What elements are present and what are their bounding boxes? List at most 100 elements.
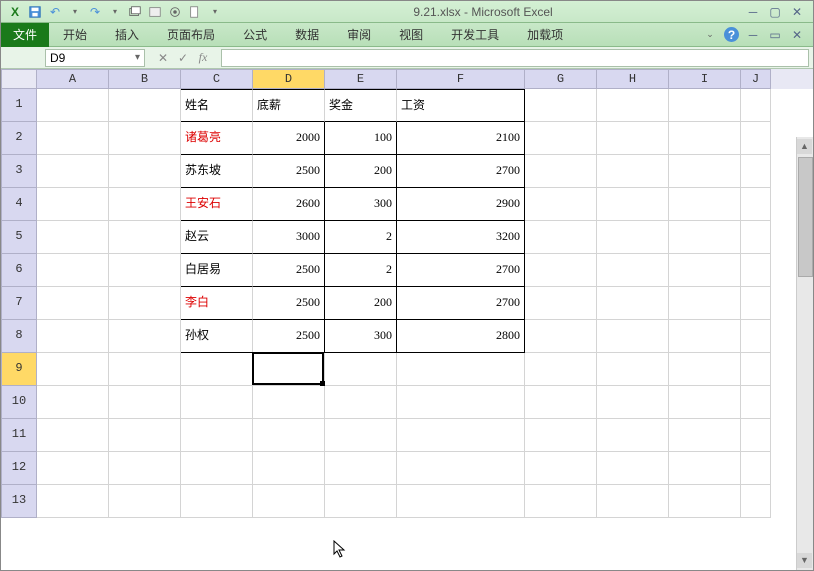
cell[interactable] <box>109 452 181 485</box>
cell[interactable] <box>109 188 181 221</box>
cell[interactable] <box>109 287 181 320</box>
cell[interactable]: 2900 <box>397 188 525 221</box>
cell[interactable]: 2000 <box>253 122 325 155</box>
col-header-A[interactable]: A <box>37 69 109 89</box>
row-header-9[interactable]: 9 <box>1 353 37 386</box>
row-header-5[interactable]: 5 <box>1 221 37 254</box>
cell[interactable] <box>37 485 109 518</box>
cell[interactable]: 2700 <box>397 254 525 287</box>
cell[interactable] <box>525 353 597 386</box>
cell[interactable] <box>741 188 771 221</box>
cell[interactable] <box>37 419 109 452</box>
cell[interactable] <box>669 155 741 188</box>
cell[interactable] <box>109 353 181 386</box>
cell[interactable] <box>597 419 669 452</box>
cell[interactable] <box>741 254 771 287</box>
cell[interactable]: 姓名 <box>181 89 253 122</box>
cell[interactable] <box>597 188 669 221</box>
cell[interactable] <box>253 452 325 485</box>
cell[interactable] <box>109 386 181 419</box>
cell[interactable] <box>109 221 181 254</box>
cell[interactable]: 白居易 <box>181 254 253 287</box>
tab-view[interactable]: 视图 <box>385 23 437 47</box>
cell[interactable] <box>37 122 109 155</box>
qat-icon-1[interactable] <box>127 4 143 20</box>
accept-formula-icon[interactable]: ✓ <box>175 50 191 66</box>
cell[interactable] <box>109 254 181 287</box>
cell[interactable] <box>37 254 109 287</box>
doc-minimize-icon[interactable]: ─ <box>745 27 761 43</box>
cell[interactable] <box>669 386 741 419</box>
cell[interactable] <box>525 320 597 353</box>
cell[interactable] <box>397 452 525 485</box>
col-header-B[interactable]: B <box>109 69 181 89</box>
cell[interactable]: 王安石 <box>181 188 253 221</box>
scroll-thumb[interactable] <box>798 157 813 277</box>
cell[interactable]: 2500 <box>253 254 325 287</box>
cell[interactable] <box>525 221 597 254</box>
cell[interactable] <box>325 353 397 386</box>
cell[interactable] <box>37 188 109 221</box>
row-header-10[interactable]: 10 <box>1 386 37 419</box>
cell[interactable] <box>669 320 741 353</box>
qat-customize-icon[interactable]: ▾ <box>207 4 223 20</box>
cell[interactable] <box>669 287 741 320</box>
col-header-J[interactable]: J <box>741 69 771 89</box>
cell[interactable]: 2 <box>325 254 397 287</box>
cell[interactable] <box>669 254 741 287</box>
cell[interactable] <box>325 419 397 452</box>
cell[interactable] <box>597 122 669 155</box>
col-header-H[interactable]: H <box>597 69 669 89</box>
cell[interactable]: 2500 <box>253 287 325 320</box>
col-header-I[interactable]: I <box>669 69 741 89</box>
cell[interactable] <box>741 287 771 320</box>
cell[interactable]: 100 <box>325 122 397 155</box>
cell[interactable]: 苏东坡 <box>181 155 253 188</box>
cell[interactable] <box>741 353 771 386</box>
cell[interactable] <box>741 320 771 353</box>
qat-icon-4[interactable] <box>187 4 203 20</box>
cell[interactable] <box>525 89 597 122</box>
cell[interactable]: 2500 <box>253 155 325 188</box>
cell[interactable] <box>669 221 741 254</box>
ribbon-minimize-icon[interactable]: ⌄ <box>702 27 718 43</box>
tab-insert[interactable]: 插入 <box>101 23 153 47</box>
cell[interactable] <box>109 320 181 353</box>
cell[interactable]: 2800 <box>397 320 525 353</box>
cell[interactable] <box>181 353 253 386</box>
undo-dropdown-icon[interactable]: ▾ <box>67 4 83 20</box>
cell[interactable] <box>741 419 771 452</box>
col-header-C[interactable]: C <box>181 69 253 89</box>
row-header-11[interactable]: 11 <box>1 419 37 452</box>
cell[interactable] <box>525 287 597 320</box>
cell[interactable] <box>325 386 397 419</box>
cell[interactable] <box>597 353 669 386</box>
cell[interactable]: 奖金 <box>325 89 397 122</box>
cell[interactable] <box>525 452 597 485</box>
cell[interactable] <box>525 254 597 287</box>
cell[interactable] <box>37 155 109 188</box>
cell[interactable] <box>669 89 741 122</box>
cell[interactable] <box>741 452 771 485</box>
qat-icon-3[interactable] <box>167 4 183 20</box>
cell[interactable] <box>37 221 109 254</box>
redo-dropdown-icon[interactable]: ▾ <box>107 4 123 20</box>
cell[interactable]: 3200 <box>397 221 525 254</box>
tab-pagelayout[interactable]: 页面布局 <box>153 23 229 47</box>
doc-close-icon[interactable]: ✕ <box>789 27 805 43</box>
cell[interactable] <box>253 419 325 452</box>
minimize-icon[interactable]: ─ <box>745 5 761 19</box>
tab-formulas[interactable]: 公式 <box>229 23 281 47</box>
cell[interactable] <box>109 89 181 122</box>
cell[interactable] <box>669 353 741 386</box>
cancel-formula-icon[interactable]: ✕ <box>155 50 171 66</box>
vertical-scrollbar[interactable]: ▲ ▼ <box>796 137 813 570</box>
help-icon[interactable]: ? <box>724 27 739 42</box>
doc-restore-icon[interactable]: ▭ <box>767 27 783 43</box>
cell[interactable] <box>397 353 525 386</box>
cell[interactable] <box>741 221 771 254</box>
cell[interactable] <box>525 188 597 221</box>
cell[interactable] <box>181 419 253 452</box>
cell[interactable] <box>669 485 741 518</box>
qat-icon-2[interactable] <box>147 4 163 20</box>
